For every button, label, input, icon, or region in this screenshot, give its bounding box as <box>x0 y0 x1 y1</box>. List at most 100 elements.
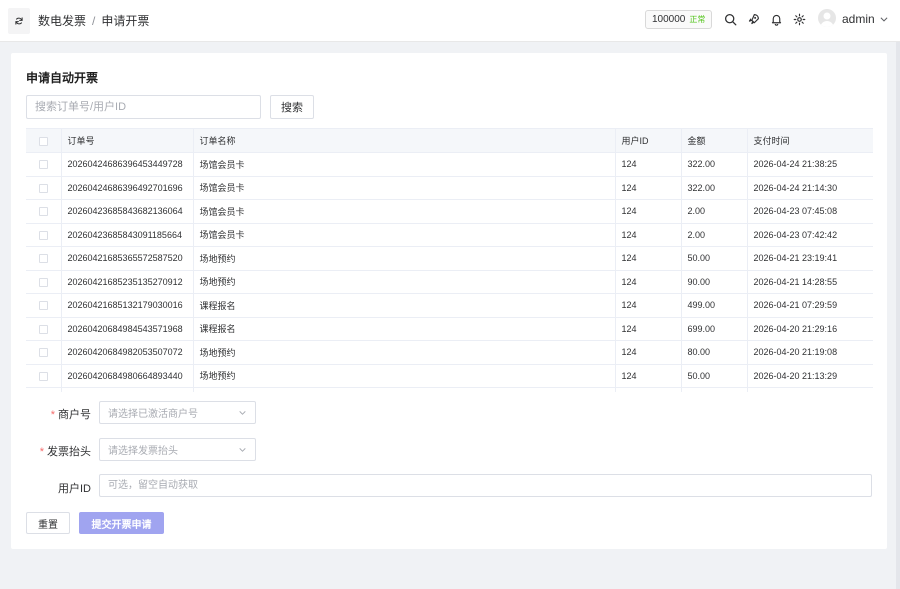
refresh-button[interactable] <box>8 8 30 34</box>
row-checkbox-cell <box>26 317 62 341</box>
user-id-input[interactable] <box>99 474 872 497</box>
pay-time-cell: 2026-04-20 21:13:29 <box>747 364 873 388</box>
user-id-cell: 124 <box>615 270 682 294</box>
order-name-cell: 课程报名 <box>193 317 616 341</box>
pay-time-cell: 2026-04-21 14:28:55 <box>747 270 873 294</box>
amount-cell: 50.00 <box>681 364 748 388</box>
pay-time-cell: 2026-04-21 07:29:59 <box>747 293 873 318</box>
row-checkbox-cell <box>26 199 62 224</box>
column-header: 支付时间 <box>747 129 873 153</box>
amount-cell: 80.00 <box>681 340 748 365</box>
order-name-cell: 场地预约 <box>193 364 616 388</box>
amount-cell: 2.00 <box>681 223 748 247</box>
chevron-down-icon <box>880 17 888 22</box>
avatar[interactable] <box>818 9 836 27</box>
balance-status: 正常 <box>689 15 706 24</box>
order-name-cell <box>193 387 616 392</box>
row-checkbox[interactable] <box>38 348 48 358</box>
balance-badge: 100000 正常 <box>645 10 713 29</box>
pay-time-cell: 2026-04-21 23:19:41 <box>747 246 873 271</box>
bell-icon[interactable] <box>768 11 784 27</box>
submit-invoice-button[interactable]: 提交开票申请 <box>79 512 164 534</box>
table-row[interactable]: 20260420684984543571968 课程报名 124 699.00 2026… <box>26 317 873 341</box>
gear-icon[interactable] <box>791 11 807 27</box>
pay-time-cell <box>747 387 873 392</box>
required-mark: * <box>39 446 44 458</box>
amount-cell <box>681 387 748 392</box>
row-checkbox-cell <box>26 293 62 318</box>
row-checkbox[interactable] <box>38 301 48 311</box>
row-checkbox[interactable] <box>38 160 48 170</box>
row-checkbox-cell <box>26 364 62 388</box>
row-checkbox-cell <box>26 176 62 200</box>
table-row[interactable]: 20260421685132179030016 课程报名 124 499.00 2026… <box>26 293 873 318</box>
order-no-cell: 20260424686396492701696 <box>61 176 194 200</box>
chevron-down-icon <box>239 411 246 415</box>
top-bar: 数电发票 / 申请开票 100000 正常 admin <box>0 0 900 42</box>
table-row[interactable]: 20260420684982053507072 场地预约 124 80.00 2026-… <box>26 340 873 365</box>
table-row[interactable]: 20260424686396453449728 场馆会员卡 124 322.00 202… <box>26 152 873 177</box>
amount-cell: 2.00 <box>681 199 748 224</box>
table-header-row: 订单号 订单名称 用户ID 金额 支付时间 <box>26 129 873 153</box>
table-row[interactable]: 20260424686396492701696 场馆会员卡 124 322.00 202… <box>26 176 873 200</box>
order-name-cell: 场馆会员卡 <box>193 176 616 200</box>
order-no-cell: 20260420684980664893440 <box>61 364 194 388</box>
row-checkbox[interactable] <box>38 230 48 240</box>
row-checkbox[interactable] <box>38 207 48 217</box>
table-row[interactable]: 20260423685843091185664 场馆会员卡 124 2.00 2026-… <box>26 223 873 247</box>
merchant-select[interactable]: 请选择已激活商户号 <box>99 401 256 424</box>
order-name-cell: 场地预约 <box>193 340 616 365</box>
table-row[interactable]: 20260420684980664893440 场地预约 124 50.00 2026-… <box>26 364 873 388</box>
select-all-checkbox[interactable] <box>38 136 48 146</box>
row-checkbox[interactable] <box>38 254 48 264</box>
order-name-cell: 场馆会员卡 <box>193 223 616 247</box>
row-checkbox-cell <box>26 223 62 247</box>
user-id-cell <box>615 387 682 392</box>
order-no-cell: 20260423685843091185664 <box>61 223 194 247</box>
breadcrumb-item-invoice[interactable]: 数电发票 <box>38 12 86 29</box>
right-scroll-edge <box>896 42 900 589</box>
table-row[interactable]: 20260423685843682136064 场馆会员卡 124 2.00 2026-… <box>26 199 873 224</box>
user-id-cell: 124 <box>615 176 682 200</box>
reset-button[interactable]: 重置 <box>26 512 70 534</box>
column-header: 金额 <box>681 129 748 153</box>
order-name-cell: 课程报名 <box>193 293 616 318</box>
rocket-icon[interactable] <box>745 11 761 27</box>
merchant-label: * 商户号 <box>11 406 91 422</box>
merchant-label-text: 商户号 <box>58 409 91 421</box>
table-row[interactable] <box>26 387 873 392</box>
amount-cell: 699.00 <box>681 317 748 341</box>
row-checkbox[interactable] <box>38 324 48 334</box>
row-checkbox[interactable] <box>38 277 48 287</box>
user-id-cell: 124 <box>615 152 682 177</box>
search-input[interactable] <box>26 95 261 119</box>
order-no-cell: 20260421685235135270912 <box>61 270 194 294</box>
breadcrumb: 数电发票 / 申请开票 <box>38 12 149 29</box>
select-all-cell <box>26 129 62 153</box>
order-no-cell: 20260423685843682136064 <box>61 199 194 224</box>
amount-cell: 499.00 <box>681 293 748 318</box>
order-no-cell: 20260424686396453449728 <box>61 152 194 177</box>
row-checkbox-cell <box>26 387 62 392</box>
user-id-cell: 124 <box>615 317 682 341</box>
row-checkbox[interactable] <box>38 183 48 193</box>
row-checkbox-cell <box>26 246 62 271</box>
amount-cell: 322.00 <box>681 152 748 177</box>
invoice-card: 申请自动开票 搜索 订单号 订单名称 用户ID 金额 支付时间 20260424… <box>11 53 887 549</box>
row-checkbox[interactable] <box>38 371 48 381</box>
invoice-title-select-placeholder: 请选择发票抬头 <box>108 446 178 457</box>
table-row[interactable]: 20260421685235135270912 场地预约 124 90.00 2026-… <box>26 270 873 294</box>
chevron-down-icon <box>239 448 246 452</box>
user-id-cell: 124 <box>615 293 682 318</box>
balance-value: 100000 <box>652 14 686 25</box>
user-menu[interactable]: admin <box>842 12 889 26</box>
search-button[interactable]: 搜索 <box>270 95 314 119</box>
amount-cell: 50.00 <box>681 246 748 271</box>
search-icon[interactable] <box>722 11 738 27</box>
username: admin <box>842 12 875 26</box>
pay-time-cell: 2026-04-24 21:38:25 <box>747 152 873 177</box>
table-row[interactable]: 20260421685365572587520 场地预约 124 50.00 2026-… <box>26 246 873 271</box>
breadcrumb-separator: / <box>92 13 96 28</box>
order-no-cell <box>61 387 194 392</box>
invoice-title-select[interactable]: 请选择发票抬头 <box>99 438 256 461</box>
